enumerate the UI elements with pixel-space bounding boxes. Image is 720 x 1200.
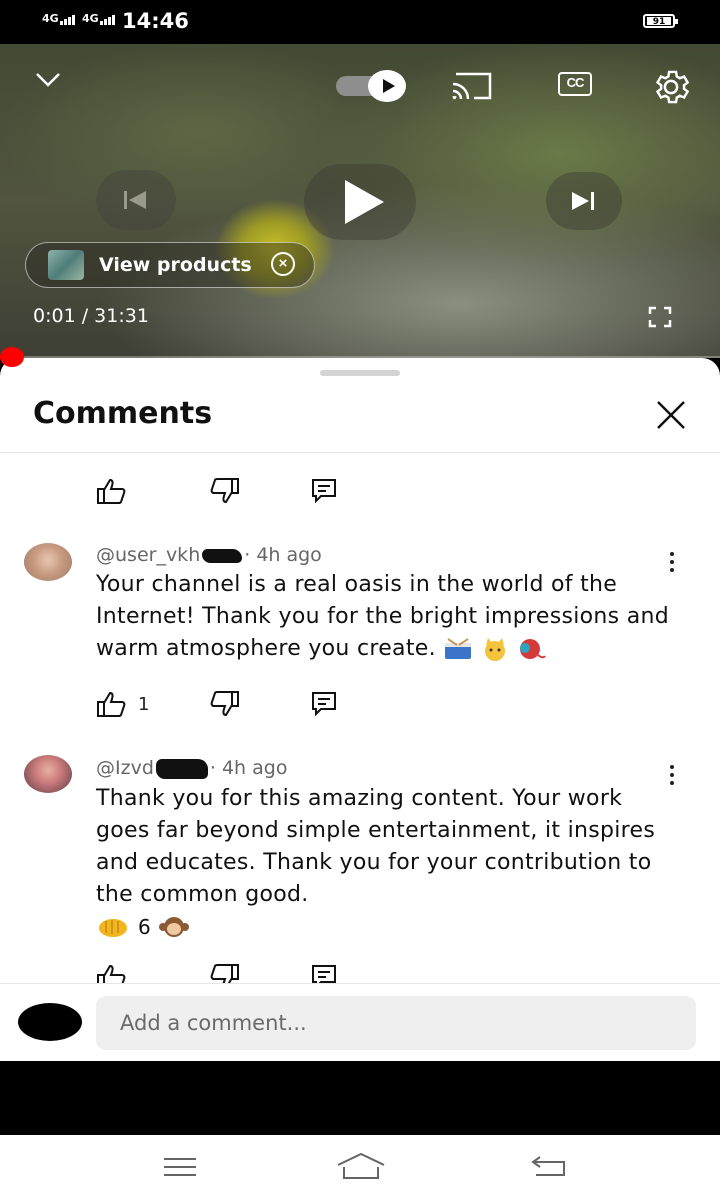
like-button[interactable] (96, 963, 128, 983)
drag-handle[interactable] (320, 370, 400, 376)
next-button[interactable] (546, 172, 622, 230)
reply-icon (312, 692, 336, 717)
like-button[interactable] (96, 477, 128, 505)
settings-icon[interactable] (650, 66, 692, 108)
thumbs-up-icon (97, 478, 126, 504)
cc-icon[interactable]: CC (558, 72, 592, 96)
comments-panel: Comments @user_vkh · 4h ago Your channel … (0, 358, 720, 1060)
comment-actions: 1 (96, 690, 356, 720)
monkey-emoji (158, 917, 189, 937)
reply-button[interactable] (310, 963, 338, 983)
reply-button[interactable] (310, 477, 338, 505)
view-products-label: View products (99, 254, 252, 276)
reply-icon (312, 965, 336, 983)
comment-actions (96, 963, 356, 983)
time-display: 0:01 / 31:31 (33, 305, 149, 327)
thumbs-up-icon (97, 964, 126, 983)
previous-icon (124, 191, 146, 209)
comment-time: · 4h ago (244, 544, 322, 566)
drum-emoji (445, 638, 472, 659)
network-type-1: 4G (42, 12, 59, 25)
cast-icon[interactable] (450, 70, 494, 102)
comment-author[interactable]: @Izvd (96, 757, 154, 779)
back-icon[interactable] (530, 1153, 570, 1179)
battery-icon: 91 (643, 14, 678, 28)
comment-text-content: Your channel is a real oasis in the worl… (96, 572, 670, 661)
panel-title: Comments (33, 396, 213, 431)
reply-icon (312, 479, 336, 504)
fist-emoji (99, 919, 127, 937)
thumbs-up-icon (97, 691, 126, 717)
comment-composer: Add a comment... (0, 983, 720, 1061)
avatar[interactable] (24, 543, 72, 581)
comment-actions (96, 477, 356, 507)
cat-emoji (484, 638, 505, 661)
yarn-emoji (519, 639, 546, 659)
redaction-scribble (155, 758, 208, 779)
comment-list[interactable]: @user_vkh · 4h ago Your channel is a real… (0, 453, 720, 983)
system-nav-bar (0, 1135, 720, 1200)
close-icon[interactable] (652, 396, 692, 436)
video-player[interactable]: CC View products × 0:01 / 31:31 (0, 44, 720, 358)
clock: 14:46 (122, 9, 189, 33)
signal-indicator-1: 4G (42, 12, 76, 25)
comment-time: · 4h ago (209, 757, 288, 779)
comment-meta: @user_vkh · 4h ago (96, 544, 322, 566)
next-icon (572, 192, 594, 210)
autoplay-toggle[interactable] (336, 70, 408, 102)
dislike-button[interactable] (208, 690, 240, 718)
comment-text: Thank you for this amazing content. Your… (96, 786, 656, 907)
close-icon[interactable]: × (271, 252, 295, 276)
menu-icon[interactable] (162, 1155, 198, 1179)
signal-indicator-2: 4G (82, 12, 116, 25)
battery-level: 91 (647, 17, 671, 27)
comment-author[interactable]: @user_vkh (96, 544, 200, 566)
avatar[interactable] (24, 755, 72, 793)
fullscreen-icon[interactable] (648, 306, 672, 328)
add-comment-input[interactable]: Add a comment... (96, 996, 696, 1050)
signal-bars-icon (59, 12, 76, 25)
dislike-button[interactable] (208, 963, 240, 983)
reaction-count: 6 (138, 915, 151, 939)
thumbs-down-icon (210, 964, 239, 983)
dislike-button[interactable] (208, 477, 240, 505)
previous-button[interactable] (96, 170, 176, 230)
comment-text: Your channel is a real oasis in the worl… (96, 569, 676, 665)
play-icon (345, 180, 384, 224)
view-products-chip[interactable]: View products × (25, 242, 315, 288)
like-count: 1 (138, 693, 150, 715)
reply-button[interactable] (310, 690, 338, 718)
signal-bars-icon (99, 12, 116, 25)
avatar (18, 1003, 82, 1041)
product-thumbnail (48, 250, 84, 280)
like-button[interactable]: 1 (96, 690, 149, 718)
home-icon[interactable] (336, 1151, 386, 1181)
play-button[interactable] (304, 164, 416, 240)
comment-meta: @Izvd · 4h ago (96, 757, 287, 779)
thumbs-down-icon (210, 478, 239, 504)
redaction-scribble (202, 548, 243, 563)
scrubber-handle[interactable] (0, 347, 24, 367)
network-type-2: 4G (82, 12, 99, 25)
status-bar: 4G 4G 14:46 91 (0, 0, 720, 44)
thumbs-down-icon (210, 691, 239, 717)
comment-reactions: 6 (96, 915, 189, 939)
chevron-down-icon[interactable] (34, 70, 62, 90)
play-icon (368, 70, 406, 102)
